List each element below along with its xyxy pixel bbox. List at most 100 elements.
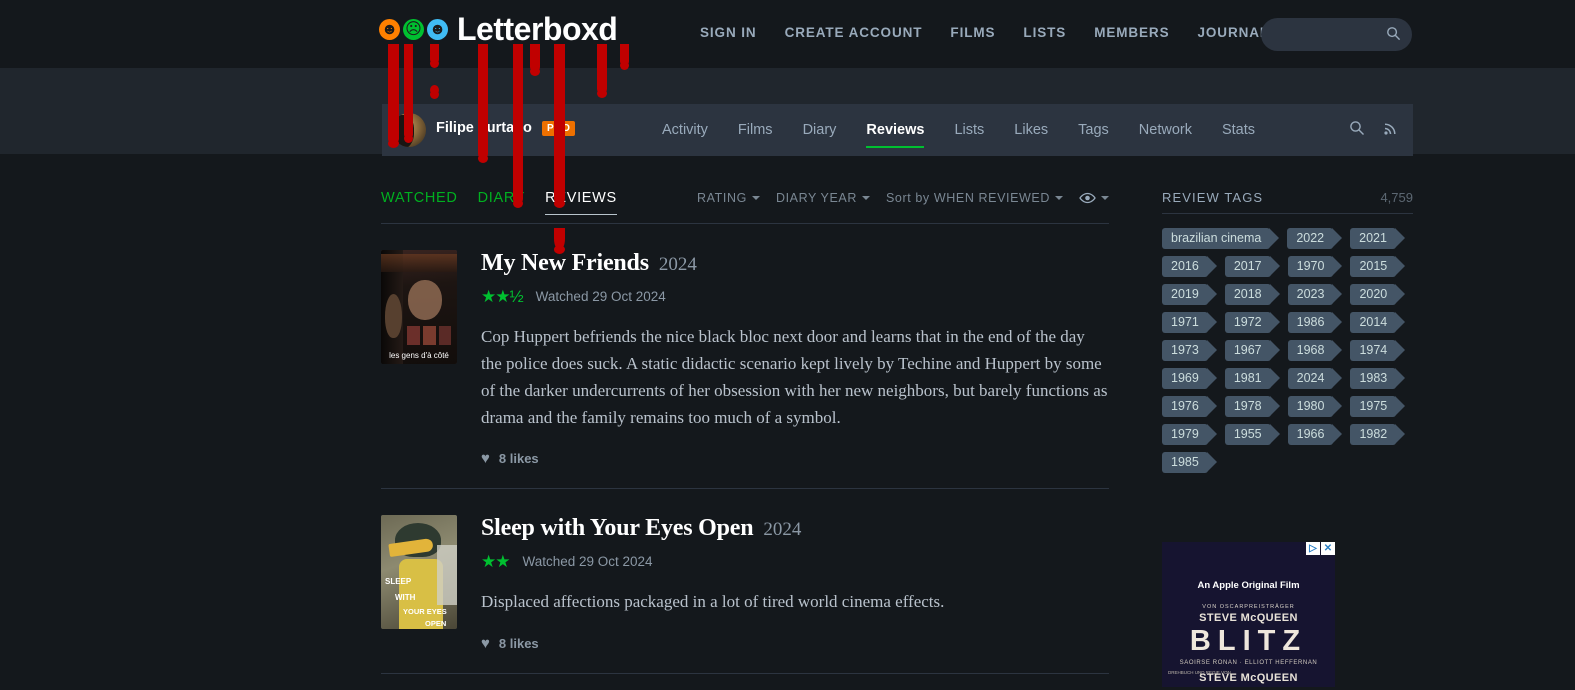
film-heading: Sleep with Your Eyes Open 2024 (481, 515, 1109, 542)
site-search[interactable] (1261, 18, 1412, 51)
profile-tab-reviews[interactable]: Reviews (866, 104, 925, 156)
adchoices-icon[interactable]: ▷ (1306, 542, 1320, 555)
review-tag[interactable]: 1972 (1224, 312, 1280, 333)
review-text: Cop Huppert befriends the nice black blo… (481, 327, 1108, 427)
review-tag[interactable]: 2024 (1287, 368, 1343, 389)
profile-tab-tags[interactable]: Tags (1078, 104, 1109, 156)
review-tag[interactable]: 1971 (1162, 312, 1217, 333)
review-tag[interactable]: 1976 (1162, 396, 1217, 417)
review-tag[interactable]: 2019 (1162, 284, 1217, 305)
review-tag[interactable]: 1967 (1224, 340, 1280, 361)
review-tag[interactable]: 1979 (1162, 424, 1217, 445)
close-icon[interactable]: ✕ (1321, 542, 1335, 555)
review-tag[interactable]: 1955 (1224, 424, 1280, 445)
likes-row[interactable]: ♥ 8 likes (481, 451, 1109, 466)
search-input[interactable] (1275, 18, 1385, 51)
review-tag[interactable]: 1966 (1287, 424, 1343, 445)
film-year[interactable]: 2024 (659, 254, 697, 276)
profile-header: Filipe Furtado PRO Activity Films Diary … (382, 104, 1413, 156)
review-tags-list: brazilian cinema 2022 2021 2016 2017 1970 2015… (1162, 228, 1413, 473)
profile-tab-films[interactable]: Films (738, 104, 773, 156)
chevron-down-icon (1101, 196, 1109, 200)
profile-username[interactable]: Filipe Furtado (436, 120, 532, 136)
review-tag[interactable]: 2020 (1350, 284, 1406, 305)
review-tag[interactable]: 1985 (1162, 452, 1217, 473)
review-meta: ★★½ Watched 29 Oct 2024 (481, 288, 1109, 305)
review-tag[interactable]: 2022 (1287, 228, 1342, 249)
profile-tab-stats[interactable]: Stats (1222, 104, 1255, 156)
logo-wordmark: Letterboxd (457, 11, 618, 47)
rating-stars: ★★ (481, 552, 511, 572)
pro-badge: PRO (542, 121, 576, 136)
watched-date: Watched 29 Oct 2024 (522, 554, 653, 570)
nav-members[interactable]: MEMBERS (1094, 25, 1169, 40)
ad-line-2: VON OSCARPREISTRÄGER (1202, 604, 1295, 610)
nav-sign-in[interactable]: SIGN IN (700, 25, 757, 40)
chevron-down-icon (861, 196, 870, 200)
profile-tab-network[interactable]: Network (1139, 104, 1192, 156)
film-title[interactable]: My New Friends (481, 250, 649, 277)
film-title[interactable]: Sleep with Your Eyes Open (481, 515, 754, 542)
adchoices-controls[interactable]: ▷ ✕ (1306, 542, 1335, 555)
tab-reviews[interactable]: REVIEWS (545, 190, 617, 215)
nav-create-account[interactable]: CREATE ACCOUNT (785, 25, 923, 40)
review-tag[interactable]: 1978 (1224, 396, 1280, 417)
review-tag[interactable]: 1981 (1224, 368, 1280, 389)
review-tags-header: REVIEW TAGS 4,759 (1162, 190, 1413, 214)
review-tags-count: 4,759 (1380, 190, 1413, 205)
review-tag[interactable]: 2014 (1350, 312, 1406, 333)
profile-tab-lists[interactable]: Lists (954, 104, 984, 156)
review-tag[interactable]: 2016 (1162, 256, 1217, 277)
poster-artwork: SLEEP WITH YOUR EYES OPEN (381, 515, 457, 630)
review-tag[interactable]: 1970 (1287, 256, 1343, 277)
site-logo[interactable]: ☻ ☹ ☻ Letterboxd (379, 11, 618, 47)
review-tag[interactable]: 2023 (1287, 284, 1343, 305)
review-tag[interactable]: 1973 (1162, 340, 1217, 361)
review-tag[interactable]: 1969 (1162, 368, 1217, 389)
review-tag[interactable]: 2021 (1350, 228, 1405, 249)
review-tag[interactable]: 1986 (1287, 312, 1343, 333)
review-tag[interactable]: 1983 (1350, 368, 1406, 389)
avatar[interactable] (392, 113, 426, 147)
film-poster[interactable]: SLEEP WITH YOUR EYES OPEN (381, 515, 457, 630)
sort-by-filter-label: Sort by WHEN REVIEWED (885, 191, 1050, 205)
logo-dots: ☻ ☹ ☻ (379, 18, 448, 40)
profile-tab-activity[interactable]: Activity (662, 104, 708, 156)
review-tag[interactable]: 1982 (1350, 424, 1406, 445)
nav-lists[interactable]: LISTS (1023, 25, 1066, 40)
watched-date: Watched 29 Oct 2024 (535, 289, 666, 304)
reviews-column: WATCHED DIARY REVIEWS RATING DIARY YEAR … (381, 190, 1109, 675)
film-heading: My New Friends 2024 (481, 250, 1109, 277)
ad-credit: STEVE McQUEEN (1199, 672, 1298, 684)
sort-by-filter[interactable]: Sort by WHEN REVIEWED (886, 191, 1063, 205)
review-tag[interactable]: 1974 (1350, 340, 1406, 361)
rating-filter[interactable]: RATING (697, 191, 760, 205)
review-tag[interactable]: 2015 (1350, 256, 1406, 277)
profile-tab-likes[interactable]: Likes (1014, 104, 1048, 156)
ad-cast: SAOIRSE RONAN · ELLIOTT HEFFERNAN (1179, 660, 1318, 666)
review-tag[interactable]: 2017 (1224, 256, 1280, 277)
heart-icon: ♥ (481, 635, 490, 653)
tab-diary[interactable]: DIARY (478, 190, 526, 214)
review-tag[interactable]: brazilian cinema (1162, 228, 1280, 249)
review-tag[interactable]: 1980 (1287, 396, 1343, 417)
review-tag[interactable]: 1975 (1350, 396, 1406, 417)
film-poster[interactable]: les gens d'à côté (381, 250, 457, 364)
film-year[interactable]: 2024 (763, 519, 801, 541)
ad-title: BLITZ (1189, 625, 1308, 657)
nav-journal[interactable]: JOURNAL (1198, 25, 1270, 40)
advertisement[interactable]: ▷ ✕ An Apple Original Film VON OSCARPREI… (1162, 542, 1335, 687)
ad-line-1: An Apple Original Film (1197, 580, 1300, 591)
review-tags-title: REVIEW TAGS (1162, 190, 1264, 205)
poster-artwork (381, 250, 457, 364)
tab-watched[interactable]: WATCHED (381, 190, 458, 214)
diary-year-filter[interactable]: DIARY YEAR (776, 191, 870, 205)
visibility-filter[interactable] (1079, 192, 1109, 204)
review-tag[interactable]: 2018 (1224, 284, 1280, 305)
review-tag[interactable]: 1968 (1287, 340, 1343, 361)
nav-films[interactable]: FILMS (950, 25, 995, 40)
rss-icon[interactable] (1383, 120, 1399, 136)
profile-tab-diary[interactable]: Diary (803, 104, 837, 156)
profile-search-icon[interactable] (1349, 120, 1365, 136)
likes-row[interactable]: ♥ 8 likes (481, 636, 1109, 651)
